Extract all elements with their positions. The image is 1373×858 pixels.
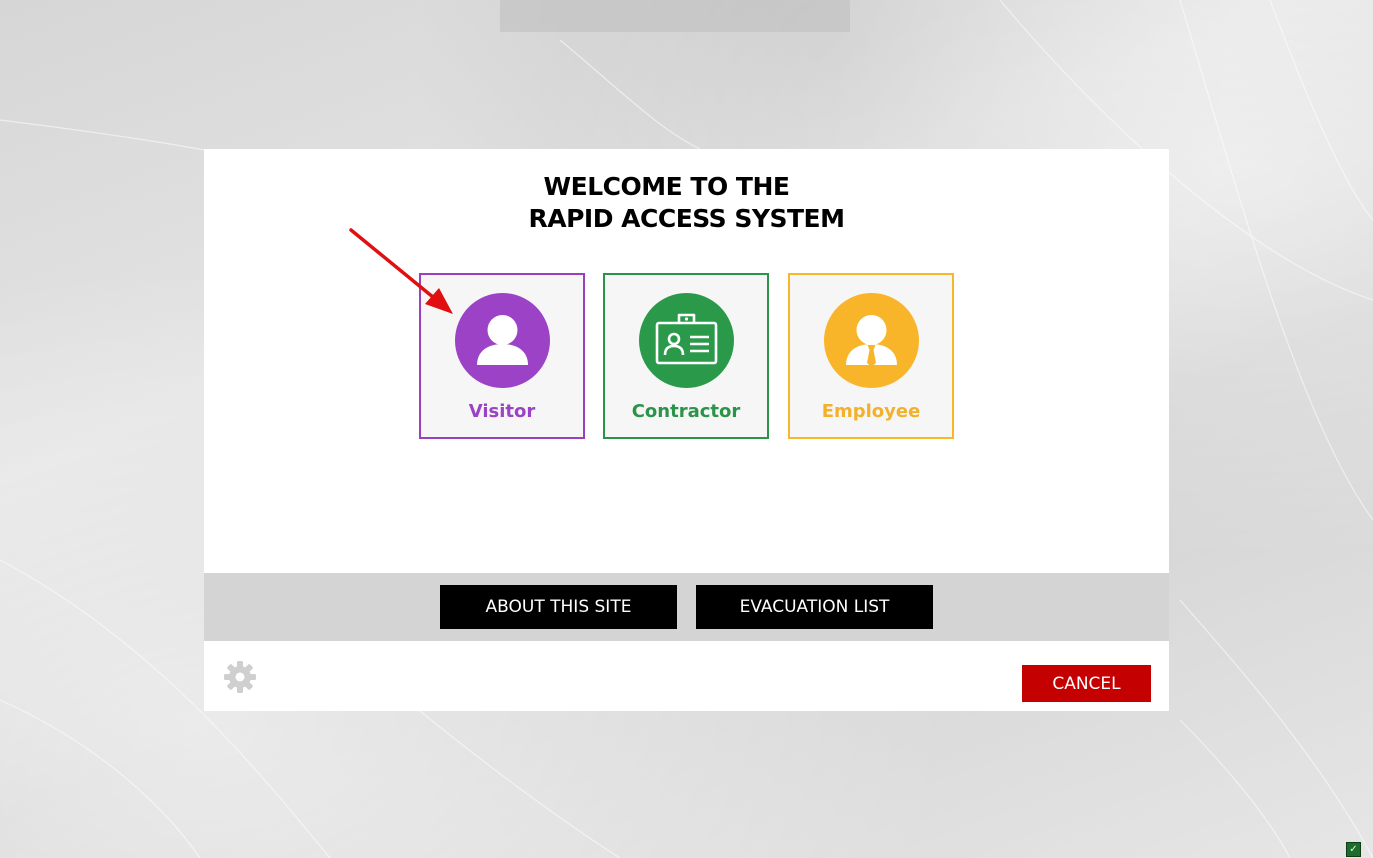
gear-icon[interactable] — [222, 659, 258, 695]
role-selection: Visitor Contractor Employee — [419, 273, 954, 439]
contractor-card[interactable]: Contractor — [603, 273, 769, 439]
checkmark-icon: ✓ — [1346, 842, 1361, 857]
employee-card[interactable]: Employee — [788, 273, 954, 439]
action-bar: ABOUT THIS SITE EVACUATION LIST — [204, 573, 1169, 641]
visitor-person-icon — [455, 293, 550, 388]
contractor-label: Contractor — [631, 401, 741, 422]
evacuation-list-button[interactable]: EVACUATION LIST — [696, 585, 933, 629]
id-badge-icon — [639, 293, 734, 388]
top-tab-strip — [500, 0, 850, 32]
visitor-label: Visitor — [468, 401, 536, 422]
red-arrow-annotation — [349, 228, 453, 314]
about-this-site-button[interactable]: ABOUT THIS SITE — [440, 585, 677, 629]
welcome-title-line1: WELCOME TO THE — [543, 172, 790, 201]
cancel-button[interactable]: CANCEL — [1022, 665, 1151, 702]
employee-label: Employee — [821, 401, 921, 422]
employee-tie-icon — [824, 293, 919, 388]
